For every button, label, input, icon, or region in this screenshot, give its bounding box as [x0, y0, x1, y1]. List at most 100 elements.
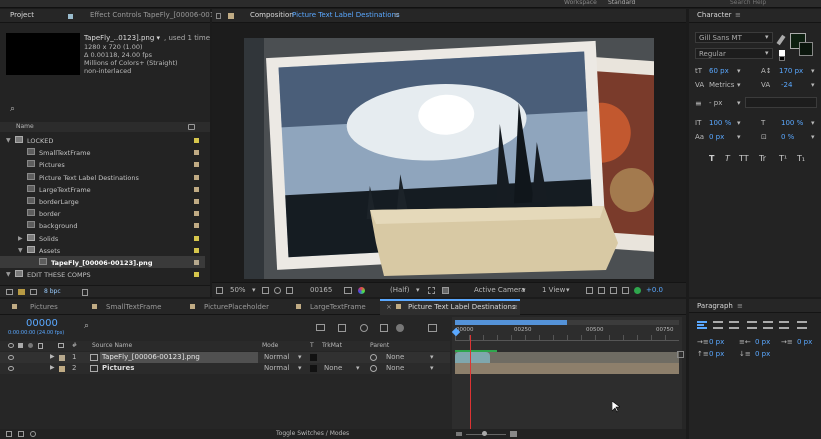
black-swatch[interactable]: [779, 56, 785, 61]
layer-1-mode-chevron-icon[interactable]: ▾: [298, 354, 302, 361]
layer-1-parent[interactable]: None: [386, 354, 404, 361]
indent-right-value[interactable]: 0 px: [755, 339, 770, 346]
layer-2-pickwhip-icon[interactable]: [370, 365, 377, 372]
project-item[interactable]: SmallTextFrame: [0, 146, 205, 158]
camera-chevron-icon[interactable]: ▾: [522, 287, 526, 294]
column-name[interactable]: Name: [16, 124, 34, 130]
layer-2-name[interactable]: Pictures: [102, 365, 134, 372]
tab-smalltextframe[interactable]: SmallTextFrame: [106, 303, 161, 311]
project-item[interactable]: ▼ Assets: [0, 244, 205, 256]
twirl-icon[interactable]: ▶: [18, 235, 23, 242]
label-color-swatch[interactable]: [194, 150, 199, 156]
leading-value[interactable]: 170 px: [779, 68, 803, 75]
timeline-icon[interactable]: [610, 287, 617, 294]
time-zoom-thumb[interactable]: [482, 431, 487, 436]
label-color-swatch[interactable]: [194, 235, 199, 241]
frame-blending-icon[interactable]: [380, 324, 388, 332]
space-before-value[interactable]: 0 px: [709, 351, 724, 358]
project-item[interactable]: LargeTextFrame: [0, 183, 205, 195]
label-color-swatch[interactable]: [194, 186, 199, 192]
time-graph[interactable]: 00000 00250 00500 00750: [451, 317, 682, 429]
layer-2-eye-icon[interactable]: [8, 366, 14, 371]
tracking-chevron-icon[interactable]: ▾: [811, 82, 815, 89]
font-style-chevron-icon[interactable]: ▾: [765, 50, 769, 57]
project-item[interactable]: ▼ LOCKED: [0, 134, 205, 146]
thumb-name[interactable]: TapeFly_..0123].png ▾: [84, 35, 160, 42]
new-folder-icon[interactable]: [18, 289, 25, 295]
layer-2-preserve-icon[interactable]: [310, 365, 317, 372]
project-item[interactable]: ▶ Solids: [0, 232, 205, 244]
zoom-select[interactable]: 50%: [230, 287, 246, 294]
paragraph-menu-icon[interactable]: ≡: [737, 302, 743, 310]
tsume-chevron-icon[interactable]: ▾: [811, 134, 815, 141]
indent-left-value[interactable]: 0 px: [709, 339, 724, 346]
color-channels-icon[interactable]: [358, 287, 365, 294]
tab-picture-text-label-destinations[interactable]: Picture Text Label Destinations: [408, 303, 516, 311]
font-size-chevron-icon[interactable]: ▾: [737, 68, 741, 75]
font-family-chevron-icon[interactable]: ▾: [765, 34, 769, 41]
layer-1-label-swatch[interactable]: [59, 355, 65, 361]
leading-chevron-icon[interactable]: ▾: [811, 68, 815, 75]
graph-editor-icon[interactable]: [428, 324, 437, 332]
twirl-icon[interactable]: ▼: [6, 271, 11, 278]
mask-icon[interactable]: [274, 287, 281, 294]
in-out-icon[interactable]: [30, 431, 36, 437]
snapshot-icon[interactable]: [344, 287, 352, 294]
trash-icon[interactable]: [82, 289, 88, 296]
lock-icon[interactable]: [216, 13, 221, 19]
tab-pictures[interactable]: Pictures: [30, 303, 58, 311]
col-source-name[interactable]: Source Name: [92, 343, 132, 349]
kerning-value[interactable]: Metrics: [709, 82, 734, 89]
toggle-switches-modes-button[interactable]: Toggle Switches / Modes: [276, 431, 349, 437]
label-color-swatch[interactable]: [194, 260, 199, 265]
font-size-value[interactable]: 60 px: [709, 68, 729, 75]
camera-select[interactable]: Active Camera: [474, 287, 525, 294]
indent-first-value[interactable]: 0 px: [797, 339, 812, 346]
comp-button-icon[interactable]: [677, 351, 684, 358]
horizontal-scale-chevron-icon[interactable]: ▾: [811, 120, 815, 127]
layer-2-mode-chevron-icon[interactable]: ▾: [298, 365, 302, 372]
layer-1-name[interactable]: TapeFly_[00006-00123].png: [102, 354, 200, 361]
tab-close-icon[interactable]: ×: [386, 303, 392, 311]
reset-exposure-icon[interactable]: [634, 287, 641, 294]
tab-largetextframe[interactable]: LargeTextFrame: [310, 303, 366, 311]
project-item[interactable]: Picture Text Label Destinations: [0, 171, 205, 183]
label-color-swatch[interactable]: [194, 272, 199, 278]
label-color-swatch[interactable]: [194, 174, 199, 180]
zoom-in-icon[interactable]: [510, 431, 517, 437]
layer-2-label-swatch[interactable]: [59, 366, 65, 372]
zoom-chevron-icon[interactable]: ▾: [252, 287, 256, 294]
always-preview-icon[interactable]: [216, 287, 223, 294]
current-timecode[interactable]: 00000: [26, 319, 58, 329]
layer-1-eye-icon[interactable]: [8, 355, 14, 360]
stroke-width-value[interactable]: - px: [709, 100, 722, 107]
justify-left-icon[interactable]: [747, 321, 757, 329]
workspace-select[interactable]: Standard: [608, 0, 635, 6]
kerning-chevron-icon[interactable]: ▾: [737, 82, 741, 89]
tab-pictureplaceholder[interactable]: PicturePlaceholder: [204, 303, 269, 311]
stroke-color-swatch[interactable]: [799, 42, 813, 56]
align-left-icon[interactable]: [697, 321, 707, 329]
layer-2-trkmat[interactable]: None: [324, 365, 342, 372]
eyedropper-icon[interactable]: [776, 34, 786, 46]
layer-1-mode[interactable]: Normal: [264, 354, 289, 361]
justify-center-icon[interactable]: [763, 321, 773, 329]
align-center-icon[interactable]: [713, 321, 723, 329]
project-item[interactable]: border: [0, 207, 205, 219]
character-menu-icon[interactable]: ≡: [735, 11, 741, 19]
resolution-chevron-icon[interactable]: ▾: [416, 287, 420, 294]
fast-previews-icon[interactable]: [598, 287, 605, 294]
layer-2-parent-chevron-icon[interactable]: ▾: [430, 365, 434, 372]
label-color-swatch[interactable]: [194, 211, 199, 217]
project-item[interactable]: TapeFly_[00006-00123].png: [0, 256, 205, 268]
font-family-select[interactable]: Gill Sans MT: [695, 32, 773, 43]
views-chevron-icon[interactable]: ▾: [566, 287, 570, 294]
stroke-width-chevron-icon[interactable]: ▾: [737, 100, 741, 107]
toggle-pixel-aspect-icon[interactable]: [586, 287, 593, 294]
new-comp-icon[interactable]: [30, 289, 37, 295]
bpc-button[interactable]: 8 bpc: [44, 289, 61, 295]
stroke-type-select[interactable]: [745, 97, 817, 108]
paragraph-title[interactable]: Paragraph: [697, 302, 733, 310]
layer-2-parent[interactable]: None: [386, 365, 404, 372]
current-time[interactable]: 00165: [310, 287, 332, 294]
